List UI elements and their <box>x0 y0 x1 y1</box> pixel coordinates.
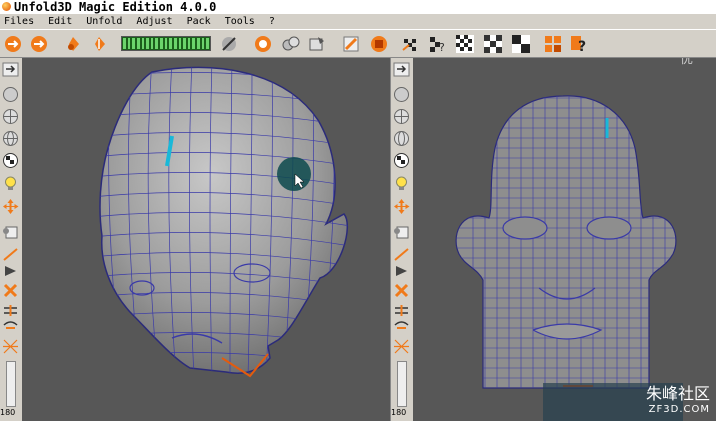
title-bar: Unfold3D Magic Edition 4.0.0 <box>0 0 716 14</box>
stop-icon[interactable] <box>370 35 388 53</box>
weld-icon[interactable] <box>308 35 326 53</box>
window-title: Unfold3D Magic Edition 4.0.0 <box>14 0 217 14</box>
uv-viewport[interactable]: 朱峰社区 ZF3D.COM you 优 <box>413 58 716 421</box>
brush-icon[interactable] <box>342 35 360 53</box>
checker-icon-2[interactable] <box>484 35 502 53</box>
optimize-icon[interactable] <box>282 35 300 53</box>
globe-icon[interactable] <box>393 108 410 125</box>
spread-icon[interactable] <box>393 316 410 333</box>
watermark-url: ZF3D.COM <box>648 404 710 415</box>
menu-bar: Files Edit Unfold Adjust Pack Tools ? <box>0 14 716 29</box>
unfold-icon[interactable] <box>254 35 272 53</box>
load-icon[interactable] <box>4 35 22 53</box>
spread-icon[interactable] <box>2 316 19 333</box>
zoom-slider[interactable] <box>397 361 407 407</box>
move-icon[interactable] <box>393 198 410 215</box>
menu-help[interactable]: ? <box>269 14 275 29</box>
cube-cut-icon[interactable] <box>2 223 19 240</box>
zoom-slider[interactable] <box>6 361 16 407</box>
help-icon[interactable]: ? <box>570 35 588 53</box>
watermark: 朱峰社区 ZF3D.COM <box>646 380 710 415</box>
menu-adjust[interactable]: Adjust <box>136 14 172 29</box>
checker-help-icon[interactable]: ? <box>428 35 446 53</box>
light-icon[interactable] <box>2 175 19 192</box>
menu-tools[interactable]: Tools <box>225 14 255 29</box>
progress-bar <box>121 36 211 51</box>
menu-edit[interactable]: Edit <box>48 14 72 29</box>
light-icon[interactable] <box>393 175 410 192</box>
cross-icon[interactable] <box>2 282 19 299</box>
menu-pack[interactable]: Pack <box>187 14 211 29</box>
triangle-icon[interactable] <box>2 262 19 279</box>
move-icon[interactable] <box>2 198 19 215</box>
cross-icon[interactable] <box>393 282 410 299</box>
menu-files[interactable]: Files <box>4 14 34 29</box>
left-sidebar: 180 <box>0 58 23 421</box>
arrow-right-icon[interactable] <box>2 61 19 78</box>
svg-text:?: ? <box>578 39 586 53</box>
3d-viewport[interactable] <box>22 58 390 421</box>
angle-label: 180 <box>391 408 407 417</box>
checker-sphere-icon[interactable] <box>2 152 19 169</box>
line-icon[interactable] <box>393 246 410 263</box>
main-toolbar: ? ? <box>0 29 716 58</box>
cut-icon[interactable] <box>220 35 238 53</box>
checker-icon-1[interactable] <box>456 35 474 53</box>
checker-icon-3[interactable] <box>512 35 530 53</box>
head-3d-mesh <box>99 66 349 378</box>
corner-watermark: you 优 <box>680 58 694 67</box>
menu-unfold[interactable]: Unfold <box>86 14 122 29</box>
mesh-fan-icon[interactable] <box>2 338 19 355</box>
uv-in-icon[interactable] <box>64 35 82 53</box>
cube-cut-icon[interactable] <box>393 223 410 240</box>
save-icon[interactable] <box>30 35 48 53</box>
wire-sphere-icon[interactable] <box>393 130 410 147</box>
checker-sphere-icon[interactable] <box>393 152 410 169</box>
uv-sidebar: 180 <box>390 58 414 421</box>
app-icon <box>2 2 11 11</box>
uv-unfolded-mesh <box>455 95 683 421</box>
line-icon[interactable] <box>2 246 19 263</box>
arrow-right-icon[interactable] <box>393 61 410 78</box>
uv-out-icon[interactable] <box>90 35 108 53</box>
checker-arrow-icon[interactable] <box>402 35 420 53</box>
wire-sphere-icon[interactable] <box>2 130 19 147</box>
sphere-icon[interactable] <box>2 86 19 103</box>
mesh-fan-icon[interactable] <box>393 338 410 355</box>
angle-label: 180 <box>0 408 16 417</box>
pack-icon[interactable] <box>544 35 562 53</box>
globe-icon[interactable] <box>2 108 19 125</box>
triangle-icon[interactable] <box>393 262 410 279</box>
svg-text:?: ? <box>439 41 445 53</box>
sphere-icon[interactable] <box>393 86 410 103</box>
watermark-text: 朱峰社区 <box>645 384 710 403</box>
